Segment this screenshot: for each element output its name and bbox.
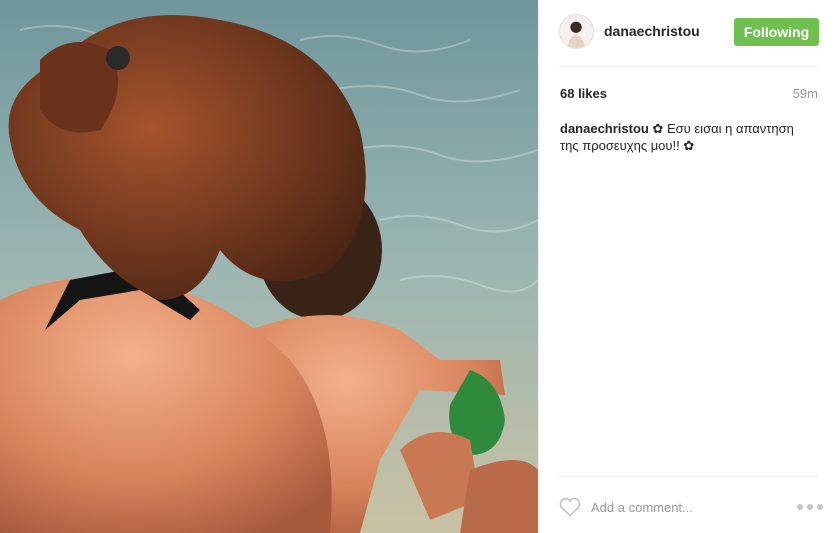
header-divider — [559, 66, 819, 67]
heart-icon[interactable] — [559, 497, 581, 517]
username-link[interactable]: danaechristou — [604, 23, 700, 39]
post-photo[interactable] — [0, 0, 538, 533]
more-dot — [797, 504, 803, 510]
post-sidebar: danaechristou Following 68 likes 59m dan… — [538, 0, 834, 533]
add-comment-input[interactable] — [591, 496, 771, 518]
beach-photo-illustration — [0, 0, 538, 533]
post-footer — [539, 476, 834, 533]
likes-count[interactable]: 68 likes — [560, 86, 607, 101]
more-options-icon[interactable] — [797, 498, 823, 516]
post-caption: danaechristou ✿ Εσυ εισαι η απαντηση της… — [560, 120, 815, 154]
following-button[interactable]: Following — [734, 18, 819, 46]
profile-picture-icon — [560, 15, 593, 48]
avatar[interactable] — [559, 14, 594, 49]
more-dot — [807, 504, 813, 510]
post-timestamp[interactable]: 59m — [793, 86, 818, 101]
more-dot — [817, 504, 823, 510]
instagram-post: danaechristou Following 68 likes 59m dan… — [0, 0, 834, 533]
caption-username-link[interactable]: danaechristou — [560, 121, 649, 136]
post-header: danaechristou Following — [539, 0, 834, 66]
